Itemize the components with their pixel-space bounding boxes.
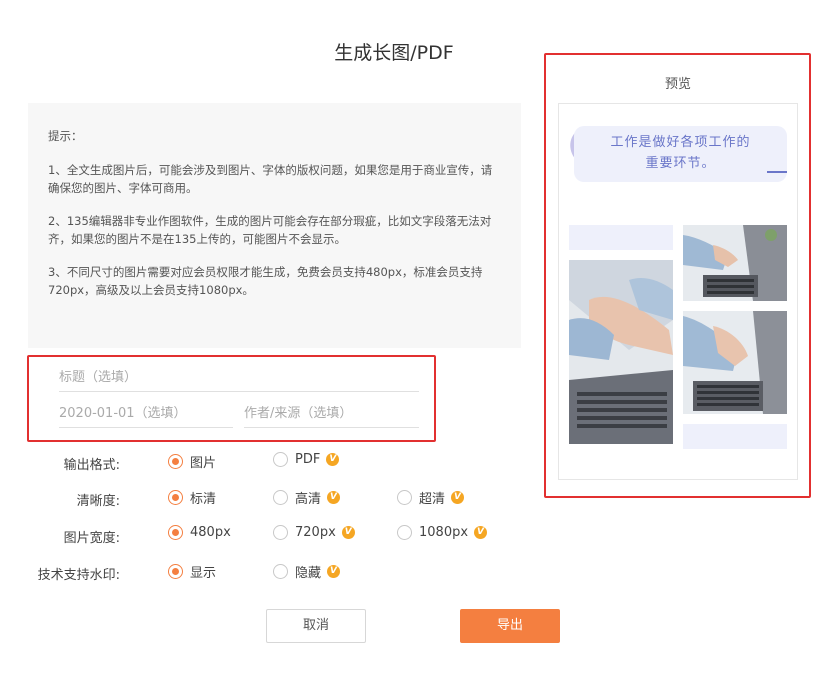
laptop-photo-icon <box>683 311 787 414</box>
radio-icon[interactable] <box>273 525 288 540</box>
preview-caption-bar <box>569 225 673 250</box>
option-label: 720px <box>295 525 336 540</box>
author-input[interactable] <box>244 406 419 421</box>
radio-icon[interactable] <box>273 490 288 505</box>
tip-item: 1、全文生成图片后，可能会涉及到图片、字体的版权问题，如果您是用于商业宣传，请确… <box>48 163 493 195</box>
laptop-photo-icon <box>569 260 673 444</box>
option-label: PDF <box>295 452 321 467</box>
radio-icon[interactable] <box>397 525 412 540</box>
option-label: 图片 <box>190 456 217 471</box>
preview-photo <box>569 260 673 444</box>
clarity-label: 清晰度: <box>76 494 120 509</box>
author-field[interactable] <box>244 406 419 428</box>
preview-photo <box>683 311 787 414</box>
watermark-row: 技术支持水印: 显示 隐藏 V <box>0 561 828 583</box>
radio-icon[interactable] <box>273 452 288 467</box>
vip-icon: V <box>327 491 341 504</box>
width-label: 图片宽度: <box>63 531 120 546</box>
radio-selected-icon[interactable] <box>168 454 183 469</box>
format-option-image[interactable]: 图片 <box>168 452 216 471</box>
bubble-underline <box>767 171 787 173</box>
width-option-1080[interactable]: 1080px V <box>397 525 488 540</box>
watermark-option-show[interactable]: 显示 <box>168 562 216 581</box>
watermark-label: 技术支持水印: <box>37 568 120 583</box>
preview-label: 预览 <box>664 77 691 92</box>
preview-photo <box>683 225 787 301</box>
laptop-photo-icon <box>683 225 787 301</box>
radio-selected-icon[interactable] <box>168 490 183 505</box>
cancel-button[interactable]: 取消 <box>266 609 366 643</box>
clarity-option-standard[interactable]: 标清 <box>168 488 216 507</box>
tip-item: 3、不同尺寸的图片需要对应会员权限才能生成，免费会员支持480px，标准会员支持… <box>48 265 483 297</box>
export-button[interactable]: 导出 <box>460 609 560 643</box>
bubble-line: 工作是做好各项工作的 <box>610 135 751 150</box>
title-input[interactable] <box>59 370 419 385</box>
option-label: 标清 <box>190 492 217 507</box>
radio-icon[interactable] <box>397 490 412 505</box>
option-label: 高清 <box>295 492 322 507</box>
width-option-720[interactable]: 720px V <box>273 525 355 540</box>
tips-panel: 提示： 1、全文生成图片后，可能会涉及到图片、字体的版权问题，如果您是用于商业宣… <box>28 103 521 348</box>
title-field[interactable] <box>59 370 419 392</box>
radio-icon[interactable] <box>273 564 288 579</box>
bubble-line: 重要环节。 <box>645 156 716 171</box>
option-label: 480px <box>190 525 231 540</box>
tips-heading: 提示： <box>48 129 83 143</box>
form-highlight-box <box>27 355 436 442</box>
vip-icon: V <box>474 526 488 539</box>
date-input[interactable] <box>59 406 233 421</box>
width-row: 图片宽度: 480px 720px V 1080px V <box>0 524 828 546</box>
preview-panel: 工作是做好各项工作的 重要环节。 <box>558 103 798 480</box>
watermark-option-hide[interactable]: 隐藏 V <box>273 562 341 581</box>
option-label: 超清 <box>419 492 446 507</box>
preview-bubble: 工作是做好各项工作的 重要环节。 <box>574 126 787 182</box>
preview-caption-bar <box>683 424 787 449</box>
tip-item: 2、135编辑器非专业作图软件，生成的图片可能会存在部分瑕疵，比如文字段落无法对… <box>48 214 492 246</box>
clarity-option-high[interactable]: 高清 V <box>273 488 341 507</box>
vip-icon: V <box>451 491 465 504</box>
vip-icon: V <box>326 453 340 466</box>
clarity-option-ultra[interactable]: 超清 V <box>397 488 465 507</box>
vip-icon: V <box>341 526 355 539</box>
date-field[interactable] <box>59 406 233 428</box>
vip-icon: V <box>327 565 341 578</box>
option-label: 显示 <box>190 566 217 581</box>
format-option-pdf[interactable]: PDF V <box>273 452 340 467</box>
radio-selected-icon[interactable] <box>168 564 183 579</box>
width-option-480[interactable]: 480px <box>168 525 231 540</box>
option-label: 隐藏 <box>295 566 322 581</box>
format-label: 输出格式: <box>63 458 120 473</box>
option-label: 1080px <box>419 525 469 540</box>
radio-selected-icon[interactable] <box>168 525 183 540</box>
